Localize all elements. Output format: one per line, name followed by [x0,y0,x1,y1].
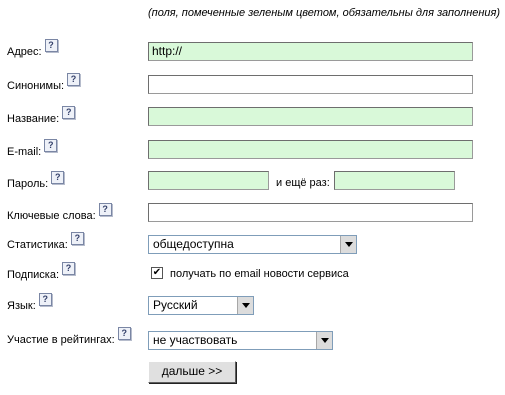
label-language: Язык:? [7,293,52,313]
help-icon[interactable]: ? [62,106,76,119]
help-icon[interactable]: ? [98,203,112,216]
subscription-checkbox[interactable]: ✔ [151,267,163,279]
synonyms-input[interactable] [148,75,473,94]
keywords-input[interactable] [148,203,473,222]
password-repeat-label: и ещё раз: [276,177,330,189]
checkmark-icon: ✔ [152,267,162,278]
label-keywords: Ключевые слова:? [7,203,112,223]
help-icon[interactable]: ? [51,171,65,184]
label-address: Адрес:? [7,39,58,59]
label-name: Название:? [7,106,76,126]
chevron-down-icon[interactable] [237,297,253,314]
help-icon[interactable]: ? [62,262,76,275]
ratings-select[interactable]: не участвовать [148,331,333,350]
subscription-checkbox-label[interactable]: получать по email новости сервиса [170,268,349,280]
email-input[interactable] [148,140,473,159]
ratings-select-value: не участвовать [153,333,238,347]
help-icon[interactable]: ? [44,139,58,152]
help-icon[interactable]: ? [44,39,58,52]
language-select[interactable]: Русский [148,296,254,315]
password-repeat-input[interactable] [334,171,455,190]
statistics-select-value: общедоступна [153,237,234,251]
help-icon[interactable]: ? [117,327,131,340]
help-icon[interactable]: ? [67,73,81,86]
label-statistics: Статистика:? [7,232,84,252]
password-input[interactable] [148,171,269,190]
chevron-down-icon[interactable] [316,332,332,349]
name-input[interactable] [148,107,473,126]
label-password: Пароль:? [7,171,65,191]
language-select-value: Русский [153,298,198,312]
label-synonyms: Синонимы:? [7,73,81,93]
next-button[interactable]: дальше >> [148,361,236,383]
label-ratings: Участие в рейтингах:? [7,327,131,347]
chevron-down-icon[interactable] [340,236,356,253]
label-email: E-mail:? [7,139,58,159]
statistics-select[interactable]: общедоступна [148,235,357,254]
help-icon[interactable]: ? [70,232,84,245]
required-fields-note: (поля, помеченные зеленым цветом, обязат… [148,7,501,19]
label-subscription: Подписка:? [7,262,76,282]
help-icon[interactable]: ? [38,293,52,306]
address-input[interactable]: http:// [148,42,473,61]
